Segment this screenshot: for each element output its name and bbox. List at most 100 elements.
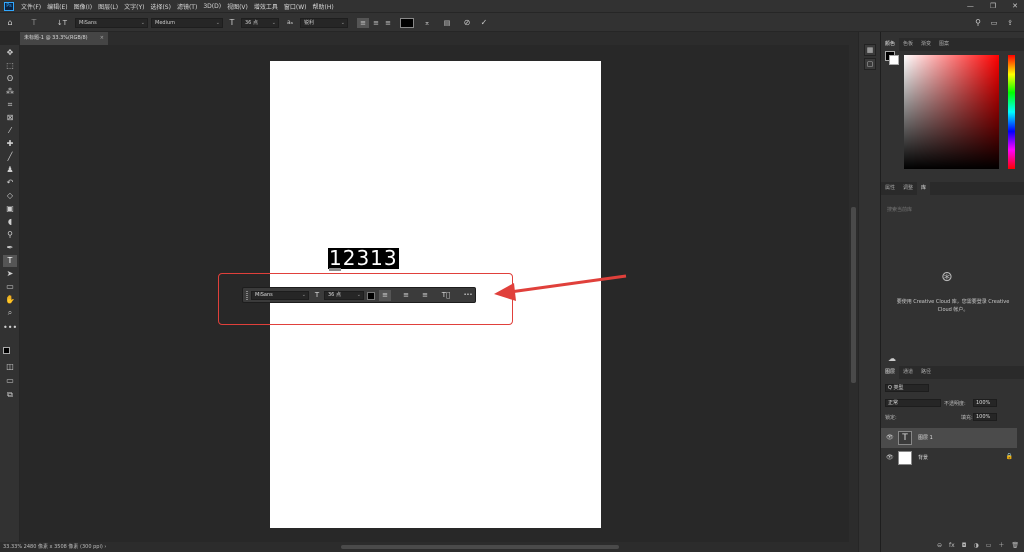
- tab-swatches[interactable]: 色板: [899, 38, 917, 51]
- gradient-tool-icon[interactable]: ▣: [3, 203, 17, 215]
- new-group-icon[interactable]: ▭: [986, 540, 992, 552]
- opacity-input[interactable]: 100%: [973, 399, 997, 407]
- hue-slider[interactable]: [1008, 55, 1015, 169]
- font-family-select[interactable]: MiSans ⌄: [75, 18, 148, 28]
- workspace-icon[interactable]: ▭: [988, 18, 1000, 28]
- edit-toolbar-icon[interactable]: •••: [3, 322, 17, 334]
- layer-row-background[interactable]: 👁 背景 🔒: [881, 448, 1017, 468]
- blend-mode-select[interactable]: 正常: [885, 399, 941, 407]
- layer-style-icon[interactable]: fx: [949, 540, 955, 552]
- clone-stamp-tool-icon[interactable]: ♟: [3, 164, 17, 176]
- move-tool-icon[interactable]: ✥: [3, 47, 17, 59]
- screen-mode-icon[interactable]: ▭: [3, 375, 17, 387]
- ctx-color-swatch[interactable]: [367, 292, 375, 300]
- warp-text-icon[interactable]: ⌅: [421, 18, 433, 28]
- tab-paths[interactable]: 路径: [917, 366, 935, 379]
- font-size-select[interactable]: 36 点 ⌄: [241, 18, 279, 28]
- ctx-character-icon[interactable]: T⃞: [440, 290, 452, 301]
- tab-channels[interactable]: 通道: [899, 366, 917, 379]
- type-tool-preset-icon[interactable]: T: [28, 18, 40, 28]
- magic-wand-tool-icon[interactable]: ⁂: [3, 86, 17, 98]
- crop-tool-icon[interactable]: ⌗: [3, 99, 17, 111]
- tab-adjustments[interactable]: 调整: [899, 182, 917, 195]
- blur-tool-icon[interactable]: ◖: [3, 216, 17, 228]
- minimize-button[interactable]: —: [967, 2, 974, 10]
- ctx-align-left-icon[interactable]: ≡: [379, 290, 391, 301]
- pen-tool-icon[interactable]: ✒: [3, 242, 17, 254]
- tab-patterns[interactable]: 图案: [935, 38, 953, 51]
- history-brush-tool-icon[interactable]: ↶: [3, 177, 17, 189]
- restore-button[interactable]: ❐: [990, 2, 996, 10]
- add-mask-icon[interactable]: ◘: [962, 540, 967, 552]
- character-panel-icon[interactable]: ▤: [441, 18, 453, 28]
- color-picker-field[interactable]: [904, 55, 999, 169]
- tab-gradients[interactable]: 渐变: [917, 38, 935, 51]
- text-color-swatch[interactable]: [400, 18, 414, 28]
- healing-brush-tool-icon[interactable]: ✚: [3, 138, 17, 150]
- rectangle-tool-icon[interactable]: ▭: [3, 281, 17, 293]
- toggle-orientation-icon[interactable]: ↓T: [56, 18, 68, 28]
- quick-mask-icon[interactable]: ◫: [3, 361, 17, 373]
- close-window-button[interactable]: ✕: [1012, 2, 1018, 10]
- eyedropper-tool-icon[interactable]: ⁄: [3, 125, 17, 137]
- ctx-align-center-icon[interactable]: ≡: [400, 290, 412, 301]
- vertical-scroll-thumb[interactable]: [851, 207, 856, 383]
- eye-icon[interactable]: 👁: [886, 434, 894, 441]
- align-center-icon[interactable]: ≡: [370, 18, 382, 28]
- marquee-tool-icon[interactable]: ⬚: [3, 60, 17, 72]
- hand-tool-icon[interactable]: ✋: [3, 294, 17, 306]
- ctx-font-family-select[interactable]: MiSans ⌄: [251, 291, 309, 300]
- link-layers-icon[interactable]: ⊖: [937, 540, 942, 552]
- path-selection-tool-icon[interactable]: ➤: [3, 268, 17, 280]
- menu-filter[interactable]: 滤镜(T): [174, 2, 200, 11]
- close-tab-icon[interactable]: ×: [100, 32, 104, 45]
- menu-window[interactable]: 窗口(W): [281, 2, 310, 11]
- horizontal-scroll-thumb[interactable]: [341, 545, 619, 549]
- document-tab[interactable]: 未标题-1 @ 33.3%(RGB/8) ×: [20, 32, 108, 45]
- menu-plugins[interactable]: 增效工具: [251, 2, 281, 11]
- history-panel-icon[interactable]: ▦: [864, 44, 876, 56]
- ctx-font-size-select[interactable]: 36 点 ⌄: [324, 291, 364, 300]
- frame-tool-icon[interactable]: ⊠: [3, 112, 17, 124]
- layer-kind-filter[interactable]: Q 类型: [885, 384, 929, 392]
- tab-libraries[interactable]: 库: [917, 182, 931, 195]
- vertical-scrollbar[interactable]: [849, 45, 858, 542]
- menu-layer[interactable]: 图层(L): [95, 2, 121, 11]
- menu-edit[interactable]: 编辑(E): [44, 2, 70, 11]
- layer-row-text[interactable]: 👁 T 图层 1: [881, 428, 1017, 448]
- menu-help[interactable]: 帮助(H): [310, 2, 337, 11]
- font-style-select[interactable]: Medium ⌄: [151, 18, 223, 28]
- align-right-icon[interactable]: ≡: [382, 18, 394, 28]
- library-search-input[interactable]: 搜索当前库: [887, 205, 1017, 215]
- drag-handle-icon[interactable]: [246, 291, 248, 300]
- antialias-select[interactable]: 锐利 ⌄: [300, 18, 348, 28]
- menu-3d[interactable]: 3D(D): [200, 3, 224, 10]
- tab-layers[interactable]: 图层: [881, 366, 900, 379]
- ctx-more-icon[interactable]: •••: [462, 290, 474, 301]
- menu-file[interactable]: 文件(F): [18, 2, 44, 11]
- eye-icon[interactable]: 👁: [886, 454, 894, 461]
- dodge-tool-icon[interactable]: ⚲: [3, 229, 17, 241]
- selected-text-layer[interactable]: 12313: [328, 248, 399, 269]
- delete-layer-icon[interactable]: 🗑: [1011, 540, 1019, 552]
- menu-select[interactable]: 选择(S): [147, 2, 174, 11]
- fill-input[interactable]: 100%: [973, 413, 997, 421]
- share-icon[interactable]: ⇪: [1004, 18, 1016, 28]
- commit-check-icon[interactable]: ✓: [478, 18, 490, 28]
- zoom-tool-icon[interactable]: ⌕: [3, 307, 17, 319]
- menu-image[interactable]: 图像(I): [71, 2, 95, 11]
- home-icon[interactable]: ⌂: [4, 18, 16, 28]
- lasso-tool-icon[interactable]: ʘ: [3, 73, 17, 85]
- ctx-align-right-icon[interactable]: ≡: [419, 290, 431, 301]
- eraser-tool-icon[interactable]: ◇: [3, 190, 17, 202]
- search-icon[interactable]: ⚲: [972, 18, 984, 28]
- align-left-icon[interactable]: ≡: [357, 18, 369, 28]
- brush-tool-icon[interactable]: ╱: [3, 151, 17, 163]
- adjustment-layer-icon[interactable]: ◑: [973, 540, 978, 552]
- type-tool-icon[interactable]: T: [3, 255, 17, 267]
- foreground-color-swatch[interactable]: [3, 347, 10, 354]
- tab-properties[interactable]: 属性: [881, 182, 899, 195]
- menu-type[interactable]: 文字(Y): [121, 2, 147, 11]
- cancel-icon[interactable]: ⊘: [461, 18, 473, 28]
- content-icon[interactable]: ⧉: [3, 389, 17, 401]
